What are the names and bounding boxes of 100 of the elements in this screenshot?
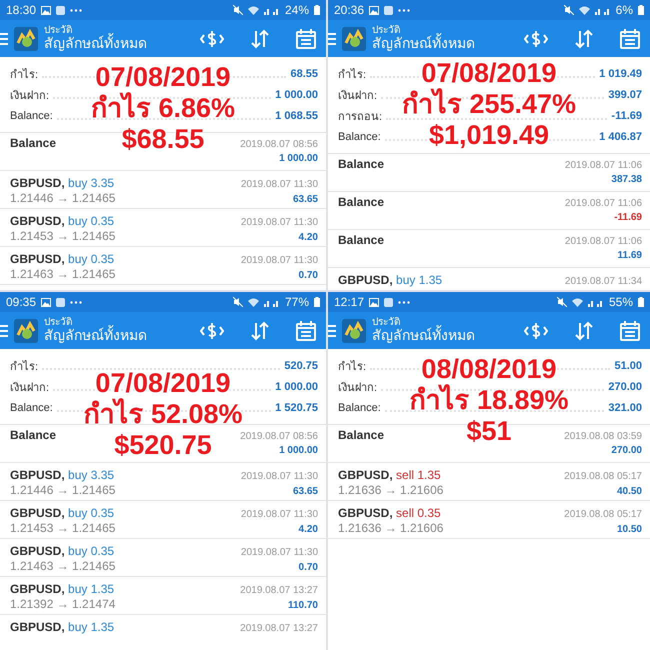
- screen-subtitle: ประวัติ: [44, 317, 72, 328]
- deal-symbol: GBPUSD,: [338, 273, 393, 287]
- deal-order: buy 3.35: [67, 468, 114, 482]
- deal-prices: 1.21636 → 1.21606: [338, 521, 444, 535]
- app-icon: [384, 298, 394, 306]
- summary-value: 68.55: [290, 68, 318, 80]
- sort-icon[interactable]: [574, 320, 594, 340]
- deal-prices: 1.21463 → 1.21465: [10, 267, 116, 281]
- summary-value: 1 019.49: [599, 68, 642, 80]
- wifi-icon: [248, 6, 259, 14]
- calendar-icon[interactable]: [620, 28, 640, 48]
- record-amount: 10.50: [616, 524, 642, 535]
- deal-prices: 1.21446 → 1.21465: [10, 483, 116, 497]
- record-time: 2019.08.07 08:56: [240, 139, 318, 150]
- overlay-caption: $1,019.49: [428, 120, 550, 151]
- deal-order: buy 0.35: [67, 544, 114, 558]
- deal-order: buy 1.35: [67, 582, 114, 596]
- wifi-icon: [248, 298, 259, 306]
- mute-icon: [556, 297, 567, 307]
- battery-percent: 24%: [284, 3, 309, 17]
- calendar-icon[interactable]: [296, 28, 316, 48]
- calendar-icon[interactable]: [620, 320, 640, 340]
- overlay-caption: 08/08/2019: [421, 354, 557, 384]
- summary-value: 270.00: [608, 380, 642, 392]
- record-time: 2019.08.07 11:30: [240, 217, 318, 228]
- summary-label: กำไร:: [338, 67, 366, 82]
- summary-label: การถอน:: [338, 110, 382, 124]
- mute-icon: [232, 297, 243, 307]
- calendar-icon[interactable]: [296, 320, 316, 340]
- summary-label: Balance:: [10, 110, 53, 122]
- image-icon: [41, 298, 52, 306]
- overlay-caption: 07/08/2019: [421, 58, 557, 88]
- deal-prices: 1.21636 → 1.21606: [338, 483, 444, 497]
- summary-value: 1 068.55: [275, 110, 318, 122]
- battery-percent: 55%: [608, 295, 633, 309]
- more-icon: [70, 8, 82, 12]
- mute-icon: [232, 5, 243, 15]
- battery-icon: [314, 297, 320, 307]
- overlay-caption: 07/08/2019: [95, 368, 231, 398]
- deal-symbol: GBPUSD,: [10, 620, 65, 634]
- currency-exchange-icon[interactable]: [524, 322, 548, 340]
- summary-label: กำไร:: [338, 359, 366, 374]
- summary-value: 1 000.00: [275, 380, 318, 392]
- deal-symbol: GBPUSD,: [10, 176, 65, 190]
- status-time: 20:36: [334, 3, 364, 17]
- status-time: 12:17: [334, 295, 364, 309]
- overlay-caption: กำไร 18.89%: [409, 385, 569, 416]
- wifi-icon: [578, 6, 590, 14]
- app-icon: [384, 6, 394, 14]
- image-icon: [41, 6, 52, 14]
- deal-symbol: GBPUSD,: [10, 468, 65, 482]
- deal-symbol: GBPUSD,: [10, 544, 65, 558]
- app-logo-icon: [14, 26, 38, 50]
- overlay-caption: กำไร 52.08%: [83, 399, 243, 430]
- record-time: 2019.08.07 11:30: [240, 471, 318, 482]
- app-icon: [56, 6, 66, 14]
- deal-order: buy 0.35: [67, 252, 114, 266]
- app-logo-icon: [14, 318, 38, 342]
- battery-percent: 77%: [284, 295, 309, 309]
- deal-symbol: GBPUSD,: [338, 506, 393, 520]
- app-icon: [56, 298, 66, 306]
- deal-symbol: GBPUSD,: [338, 468, 393, 482]
- record-time: 2019.08.07 11:30: [240, 179, 318, 190]
- more-icon: [70, 300, 82, 304]
- sort-icon[interactable]: [574, 28, 594, 48]
- record-amount: 4.20: [298, 232, 318, 243]
- record-amount: 40.50: [616, 486, 642, 497]
- battery-percent: 6%: [616, 3, 633, 17]
- summary-label: กำไร:: [10, 359, 38, 374]
- deal-order: sell 1.35: [395, 468, 441, 482]
- sort-icon[interactable]: [250, 28, 270, 48]
- currency-exchange-icon[interactable]: [200, 322, 224, 340]
- record-time: 2019.08.07 13:27: [240, 585, 318, 596]
- currency-exchange-icon[interactable]: [524, 30, 548, 48]
- status-time: 18:30: [6, 3, 36, 17]
- screen-subtitle: ประวัติ: [44, 25, 72, 36]
- more-icon: [398, 300, 410, 304]
- menu-icon: [0, 32, 8, 44]
- deal-order: buy 1.35: [395, 273, 442, 287]
- deal-order: sell 0.35: [395, 506, 441, 520]
- screen-subtitle: ประวัติ: [372, 25, 400, 36]
- mute-icon: [564, 5, 574, 15]
- deal-symbol: GBPUSD,: [10, 582, 65, 596]
- deal-order: buy 0.35: [67, 214, 114, 228]
- currency-exchange-icon[interactable]: [200, 30, 224, 48]
- record-time: 2019.08.08 05:17: [564, 509, 642, 520]
- deal-symbol: GBPUSD,: [10, 214, 65, 228]
- deal-prices: 1.21446 → 1.21465: [10, 191, 116, 205]
- record-title: Balance: [338, 157, 384, 171]
- record-amount: 0.70: [298, 562, 318, 573]
- summary-label: Balance:: [10, 402, 53, 414]
- summary-label: Balance:: [338, 402, 381, 414]
- deal-order: buy 3.35: [67, 176, 114, 190]
- record-title: Balance: [10, 428, 56, 442]
- summary-value: 1 520.75: [275, 402, 318, 414]
- summary-value: 399.07: [608, 88, 642, 100]
- record-time: 2019.08.07 11:30: [240, 255, 318, 266]
- record-title: Balance: [338, 428, 384, 442]
- sort-icon[interactable]: [250, 320, 270, 340]
- record-amount: 1 000.00: [279, 153, 318, 164]
